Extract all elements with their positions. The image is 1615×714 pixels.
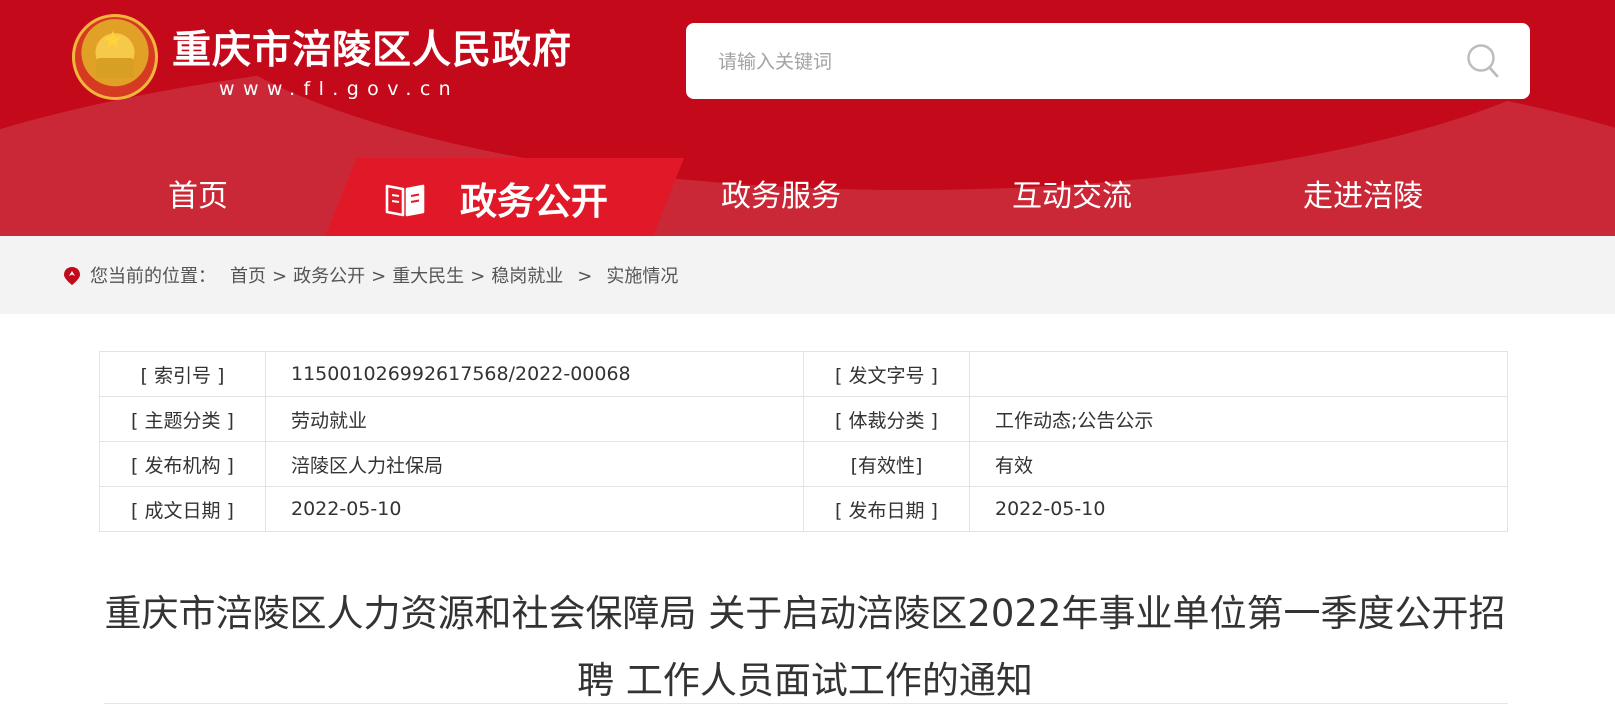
meta-value-publisher: 涪陵区人力社保局 xyxy=(265,441,804,487)
breadcrumb-link-livelihood[interactable]: 重大民生 xyxy=(392,266,464,287)
nav-item-gov-affairs-label: 政务公开 xyxy=(460,180,608,223)
site-url: www.fl.gov.cn xyxy=(219,78,460,100)
meta-value-doc-number xyxy=(969,351,1508,397)
article-title-line: 重庆市涪陵区人力资源和社会保障局 关于启动涪陵区2022年事业单位第一季度公开招 xyxy=(104,592,1506,635)
breadcrumb-link-employment[interactable]: 稳岗就业 xyxy=(491,266,563,287)
meta-value-written-date: 2022-05-10 xyxy=(265,486,804,532)
breadcrumb-separator: > xyxy=(272,266,288,287)
location-pin-icon xyxy=(64,267,80,285)
search-icon[interactable] xyxy=(1466,43,1500,79)
meta-key-topic: [ 主题分类 ] xyxy=(99,396,266,442)
table-row: [ 索引号 ] 115001026992617568/2022-00068 [ … xyxy=(99,351,1508,397)
meta-key-validity: [有效性] xyxy=(803,441,970,487)
nav-item-about[interactable]: 走进涪陵 xyxy=(1303,158,1423,236)
meta-key-genre: [ 体裁分类 ] xyxy=(803,396,970,442)
meta-value-genre: 工作动态;公告公示 xyxy=(969,396,1508,442)
meta-key-publisher: [ 发布机构 ] xyxy=(99,441,266,487)
breadcrumb-separator: > xyxy=(577,266,593,287)
title-divider xyxy=(104,703,1508,704)
meta-value-topic: 劳动就业 xyxy=(265,396,804,442)
table-row: [ 成文日期 ] 2022-05-10 [ 发布日期 ] 2022-05-10 xyxy=(99,486,1508,532)
breadcrumb-current[interactable]: 实施情况 xyxy=(606,266,678,287)
main-nav: 首页 政务服务 互动交流 走进涪陵 xyxy=(0,158,1615,236)
meta-key-publish-date: [ 发布日期 ] xyxy=(803,486,970,532)
emblem-gate-icon xyxy=(96,58,134,78)
meta-value-validity: 有效 xyxy=(969,441,1508,487)
breadcrumb-separator: > xyxy=(371,266,387,287)
search-input[interactable] xyxy=(716,43,1420,81)
emblem-star-icon: ★ xyxy=(102,26,124,54)
meta-key-doc-number: [ 发文字号 ] xyxy=(803,351,970,397)
document-meta-table: [ 索引号 ] 115001026992617568/2022-00068 [ … xyxy=(99,351,1508,532)
nav-item-home[interactable]: 首页 xyxy=(168,158,228,236)
site-name[interactable]: 重庆市涪陵区人民政府 xyxy=(172,19,572,75)
breadcrumb-prefix: 您当前的位置： xyxy=(90,266,216,287)
meta-key-index: [ 索引号 ] xyxy=(99,351,266,397)
breadcrumb: 您当前的位置： 首页 > 政务公开 > 重大民生 > 稳岗就业 > 实施情况 xyxy=(0,236,1615,314)
search-box xyxy=(686,23,1530,99)
meta-value-publish-date: 2022-05-10 xyxy=(969,486,1508,532)
table-row: [ 发布机构 ] 涪陵区人力社保局 [有效性] 有效 xyxy=(99,441,1508,487)
meta-key-written-date: [ 成文日期 ] xyxy=(99,486,266,532)
nav-item-interaction[interactable]: 互动交流 xyxy=(1012,158,1132,236)
breadcrumb-trail: 您当前的位置： 首页 > 政务公开 > 重大民生 > 稳岗就业 > 实施情况 xyxy=(90,262,684,288)
book-icon xyxy=(385,184,425,217)
article-title: 重庆市涪陵区人力资源和社会保障局 关于启动涪陵区2022年事业单位第一季度公开招… xyxy=(90,580,1520,714)
table-row: [ 主题分类 ] 劳动就业 [ 体裁分类 ] 工作动态;公告公示 xyxy=(99,396,1508,442)
breadcrumb-separator: > xyxy=(470,266,486,287)
meta-value-index: 115001026992617568/2022-00068 xyxy=(265,351,804,397)
breadcrumb-link-home[interactable]: 首页 xyxy=(230,266,266,287)
breadcrumb-link-gov-affairs[interactable]: 政务公开 xyxy=(293,266,365,287)
nav-item-services[interactable]: 政务服务 xyxy=(721,158,841,236)
national-emblem-icon[interactable]: ★ xyxy=(72,14,158,100)
